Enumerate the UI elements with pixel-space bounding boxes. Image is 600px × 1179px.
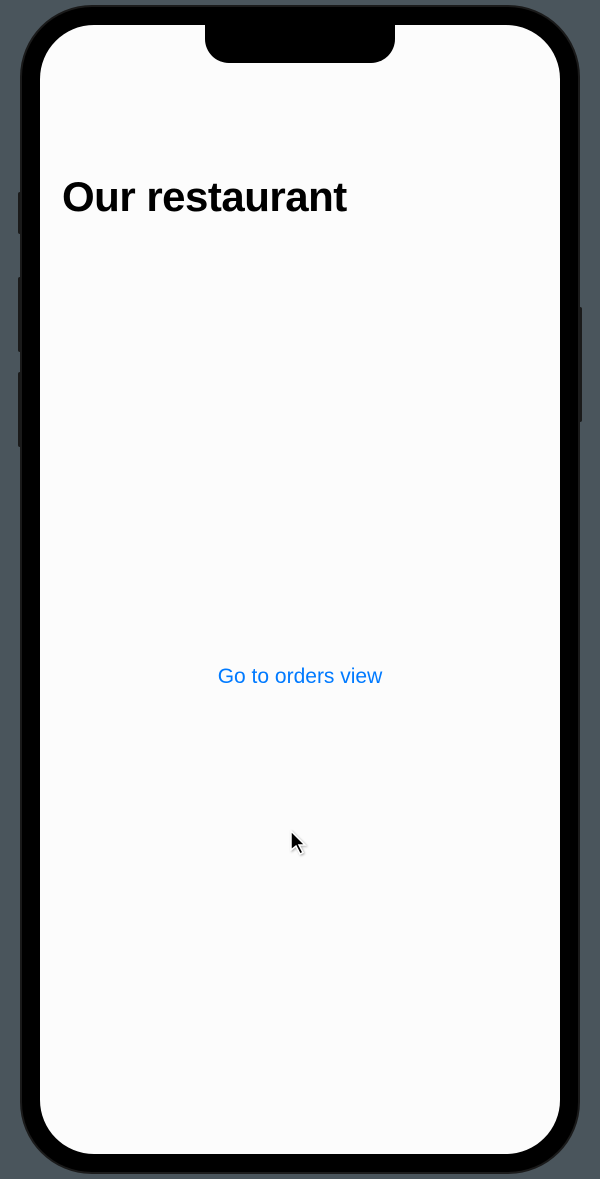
- app-content: Our restaurant Go to orders view: [40, 25, 560, 1154]
- page-title: Our restaurant: [62, 173, 347, 221]
- volume-up-button: [18, 277, 22, 352]
- go-to-orders-link[interactable]: Go to orders view: [218, 665, 383, 689]
- phone-frame: Our restaurant Go to orders view: [22, 7, 578, 1172]
- screen: Our restaurant Go to orders view: [40, 25, 560, 1154]
- power-button: [578, 307, 582, 422]
- silence-switch: [18, 192, 22, 234]
- cursor-icon: [290, 830, 310, 856]
- volume-down-button: [18, 372, 22, 447]
- notch: [205, 25, 395, 63]
